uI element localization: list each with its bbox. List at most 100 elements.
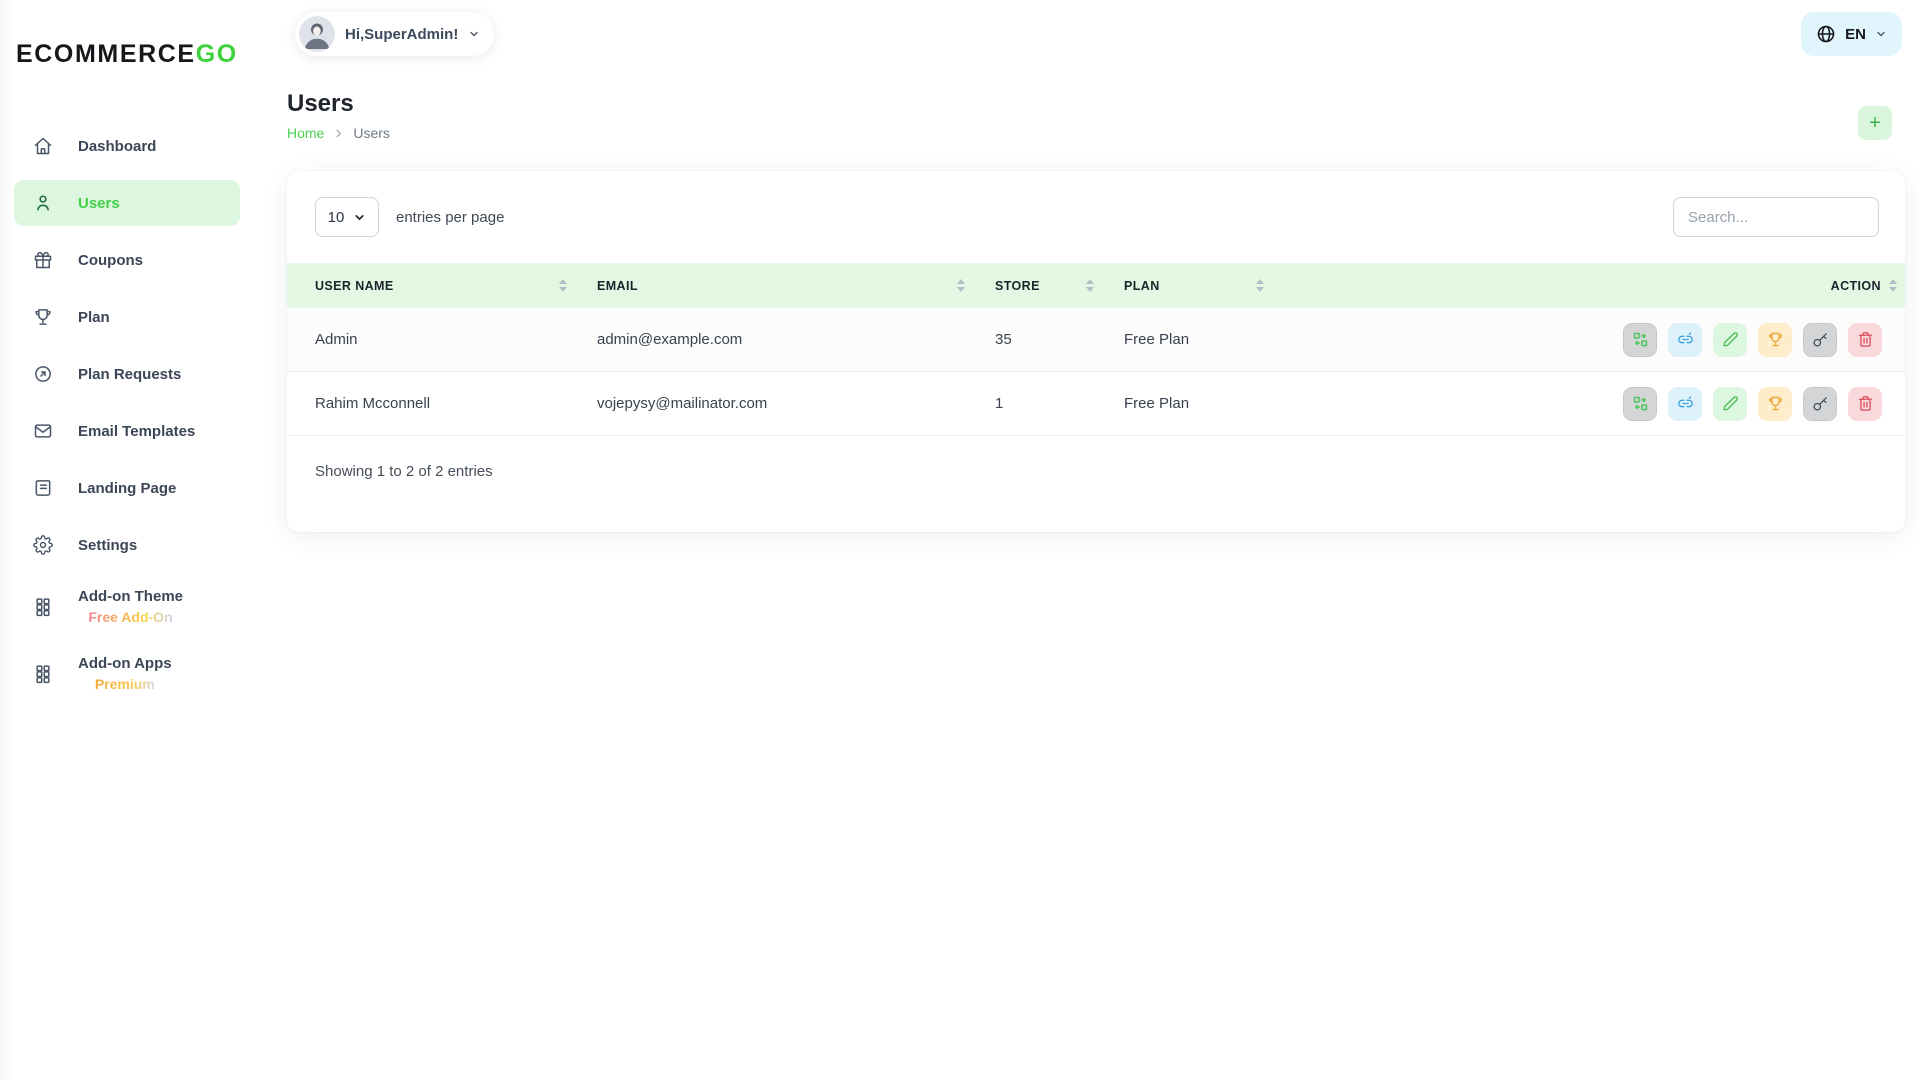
user-menu-button[interactable]: Hi,SuperAdmin! (295, 12, 494, 56)
pencil-icon (1722, 331, 1739, 348)
copy-link-button[interactable] (1668, 387, 1702, 421)
trophy-icon (33, 307, 53, 327)
column-label: PLAN (1124, 279, 1160, 293)
copy-link-button[interactable] (1668, 323, 1702, 357)
sidebar-item-dashboard[interactable]: Dashboard (14, 123, 240, 169)
table-summary: Showing 1 to 2 of 2 entries (287, 436, 1905, 480)
sidebar-item-label: Coupons (78, 252, 143, 269)
scroll-icon (33, 478, 53, 498)
brand-logo[interactable]: ECOMMERCEGO (0, 0, 260, 69)
cell-plan: Free Plan (1114, 372, 1284, 436)
trophy-icon (1767, 395, 1784, 412)
breadcrumb: Home Users (287, 125, 390, 141)
sidebar-item-addon-apps[interactable]: Add-on Apps Premium (14, 646, 240, 702)
chevron-down-icon (353, 211, 366, 224)
sidebar-item-addon-theme[interactable]: Add-on Theme Free Add-On (14, 579, 240, 635)
sidebar-item-sublabel: Free Add-On (88, 607, 172, 628)
sidebar-item-label: Email Templates (78, 423, 195, 440)
table-row: Rahim Mcconnell vojepysy@mailinator.com … (287, 372, 1905, 436)
sort-icon (957, 279, 965, 292)
sidebar-item-coupons[interactable]: Coupons (14, 237, 240, 283)
topbar: Hi,SuperAdmin! EN (260, 0, 1920, 70)
globe-icon (1816, 24, 1836, 44)
sidebar-item-sublabel: Premium (95, 674, 155, 695)
add-user-button[interactable]: + (1858, 106, 1892, 140)
upgrade-plan-button[interactable] (1758, 387, 1792, 421)
sidebar-item-users[interactable]: Users (14, 180, 240, 226)
edit-button[interactable] (1713, 323, 1747, 357)
user-greeting: Hi,SuperAdmin! (345, 26, 458, 43)
chevron-down-icon (1875, 28, 1887, 40)
swap-icon (1632, 331, 1649, 348)
column-header-action[interactable]: ACTION (1284, 263, 1905, 308)
entries-per-page-label: entries per page (396, 209, 504, 226)
table-header-row: USER NAME EMAIL STORE PLAN ACTION (287, 263, 1905, 308)
language-selector[interactable]: EN (1801, 12, 1902, 56)
swap-icon (1632, 395, 1649, 412)
gift-icon (33, 250, 53, 270)
sidebar-item-label: Dashboard (78, 138, 156, 155)
sidebar-item-settings[interactable]: Settings (14, 522, 240, 568)
upgrade-plan-button[interactable] (1758, 323, 1792, 357)
sort-icon (1256, 279, 1264, 292)
grid-icon (33, 597, 53, 617)
switch-account-button[interactable] (1623, 387, 1657, 421)
cell-store: 35 (985, 308, 1114, 372)
sidebar-item-label: Plan (78, 309, 110, 326)
column-header-plan[interactable]: PLAN (1114, 263, 1284, 308)
column-label: STORE (995, 279, 1040, 293)
brand-primary: ECOMMERCE (16, 40, 196, 68)
cell-email: admin@example.com (587, 308, 985, 372)
column-label: EMAIL (597, 279, 638, 293)
users-table: USER NAME EMAIL STORE PLAN ACTION (287, 263, 1905, 436)
row-actions (1294, 372, 1895, 435)
grid-icon (33, 664, 53, 684)
sidebar-item-plan[interactable]: Plan (14, 294, 240, 340)
breadcrumb-home-link[interactable]: Home (287, 125, 324, 141)
cell-email: vojepysy@mailinator.com (587, 372, 985, 436)
table-row: Admin admin@example.com 35 Free Plan (287, 308, 1905, 372)
sidebar-item-label: Settings (78, 537, 137, 554)
reset-password-button[interactable] (1803, 323, 1837, 357)
column-header-email[interactable]: EMAIL (587, 263, 985, 308)
edit-button[interactable] (1713, 387, 1747, 421)
main-content: Hi,SuperAdmin! EN Users Home Users + 10 (260, 0, 1920, 1080)
sidebar-item-plan-requests[interactable]: Plan Requests (14, 351, 240, 397)
key-icon (1812, 395, 1829, 412)
sort-icon (1889, 279, 1897, 292)
column-label: ACTION (1831, 279, 1881, 293)
column-header-store[interactable]: STORE (985, 263, 1114, 308)
trophy-icon (1767, 331, 1784, 348)
cell-store: 1 (985, 372, 1114, 436)
chevron-right-icon (333, 128, 344, 139)
column-label: USER NAME (315, 279, 394, 293)
chevron-down-icon (468, 28, 480, 40)
entries-per-page-select[interactable]: 10 (315, 197, 379, 237)
reset-password-button[interactable] (1803, 387, 1837, 421)
entries-per-page-value: 10 (328, 209, 345, 226)
switch-account-button[interactable] (1623, 323, 1657, 357)
delete-button[interactable] (1848, 323, 1882, 357)
breadcrumb-current: Users (353, 125, 390, 141)
sidebar-item-label: Plan Requests (78, 366, 181, 383)
row-actions (1294, 308, 1895, 371)
page-header: Users Home Users + (260, 70, 1920, 141)
trash-icon (1857, 331, 1874, 348)
users-table-card: 10 entries per page USER NAME EMAIL (287, 171, 1905, 532)
gear-icon (33, 535, 53, 555)
sidebar-item-label: Add-on Apps (78, 653, 172, 674)
search-input[interactable] (1673, 197, 1879, 237)
sidebar-item-email-templates[interactable]: Email Templates (14, 408, 240, 454)
cell-user-name: Admin (287, 308, 587, 372)
brand-accent: GO (196, 40, 238, 68)
sidebar: ECOMMERCEGO Dashboard Users Coupons Plan (0, 0, 260, 1080)
column-header-user-name[interactable]: USER NAME (287, 263, 587, 308)
user-icon (33, 193, 53, 213)
key-icon (1812, 331, 1829, 348)
sidebar-item-label: Users (78, 195, 120, 212)
delete-button[interactable] (1848, 387, 1882, 421)
page-title: Users (287, 90, 390, 118)
sidebar-item-landing-page[interactable]: Landing Page (14, 465, 240, 511)
pencil-icon (1722, 395, 1739, 412)
trash-icon (1857, 395, 1874, 412)
